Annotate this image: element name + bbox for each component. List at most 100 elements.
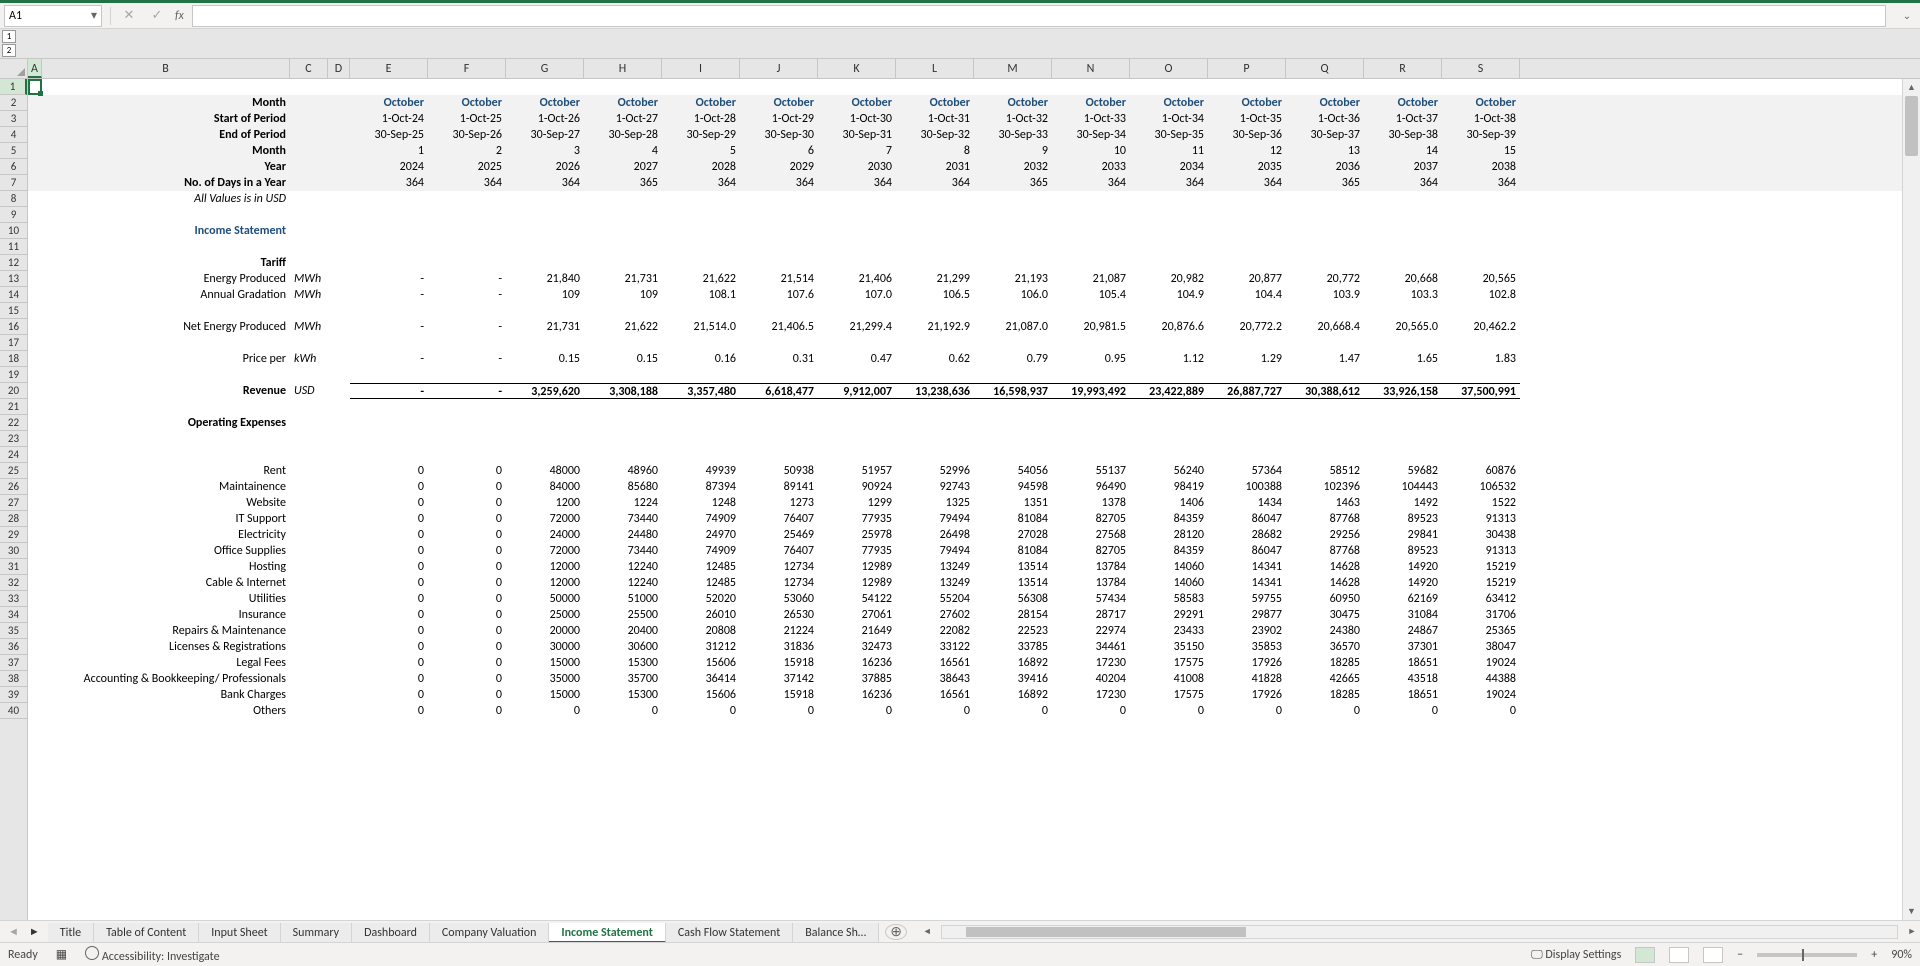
cell-blank[interactable] xyxy=(42,207,290,223)
data-cell[interactable]: 29877 xyxy=(1208,607,1286,623)
data-cell[interactable]: 31836 xyxy=(740,639,818,655)
data-cell[interactable]: 41828 xyxy=(1208,671,1286,687)
data-cell[interactable]: 12240 xyxy=(584,559,662,575)
cell-blank[interactable] xyxy=(584,239,662,255)
cell-blank[interactable] xyxy=(28,319,42,335)
column-header-R[interactable]: R xyxy=(1364,59,1442,78)
cell-blank[interactable] xyxy=(1130,207,1208,223)
cell-blank[interactable] xyxy=(28,367,42,383)
data-cell[interactable]: 24867 xyxy=(1364,623,1442,639)
data-cell[interactable]: - xyxy=(428,383,506,399)
row-unit[interactable] xyxy=(290,143,328,159)
row-unit[interactable] xyxy=(290,607,328,623)
data-cell[interactable]: 28717 xyxy=(1052,607,1130,623)
data-cell[interactable]: 58512 xyxy=(1286,463,1364,479)
sheet-tab[interactable]: Table of Content xyxy=(94,923,199,943)
data-cell[interactable]: 0 xyxy=(428,607,506,623)
data-cell[interactable]: 0 xyxy=(1364,703,1442,719)
data-cell[interactable]: 15219 xyxy=(1442,575,1520,591)
horizontal-scrollbar[interactable] xyxy=(941,925,1898,939)
data-cell[interactable]: 21,087.0 xyxy=(974,319,1052,335)
cell-blank[interactable] xyxy=(28,191,42,207)
row-label[interactable]: Revenue xyxy=(42,383,290,399)
data-cell[interactable]: 59682 xyxy=(1364,463,1442,479)
cell-blank[interactable] xyxy=(328,575,350,591)
data-cell[interactable]: 23902 xyxy=(1208,623,1286,639)
row-unit[interactable] xyxy=(290,527,328,543)
data-cell[interactable]: 364 xyxy=(428,175,506,191)
data-cell[interactable]: 12989 xyxy=(818,559,896,575)
data-cell[interactable]: 1-Oct-37 xyxy=(1364,111,1442,127)
cell-blank[interactable] xyxy=(584,255,662,271)
cell-blank[interactable] xyxy=(896,415,974,431)
cell-blank[interactable] xyxy=(818,239,896,255)
row-label[interactable]: Hosting xyxy=(42,559,290,575)
data-cell[interactable]: 1.12 xyxy=(1130,351,1208,367)
cell-blank[interactable] xyxy=(818,367,896,383)
row-unit[interactable] xyxy=(290,639,328,655)
data-cell[interactable]: 1.29 xyxy=(1208,351,1286,367)
cell-blank[interactable] xyxy=(1130,367,1208,383)
cell-blank[interactable] xyxy=(290,223,328,239)
data-cell[interactable]: 14060 xyxy=(1130,559,1208,575)
cell-blank[interactable] xyxy=(350,367,428,383)
cell-blank[interactable] xyxy=(974,191,1052,207)
data-cell[interactable]: 29291 xyxy=(1130,607,1208,623)
cell-blank[interactable] xyxy=(28,655,42,671)
data-cell[interactable]: 0 xyxy=(350,575,428,591)
data-cell[interactable]: 15 xyxy=(1442,143,1520,159)
data-cell[interactable]: October xyxy=(1130,95,1208,111)
data-cell[interactable]: 13784 xyxy=(1052,575,1130,591)
row-header-5[interactable]: 5 xyxy=(0,143,27,159)
data-cell[interactable]: 0 xyxy=(428,559,506,575)
data-cell[interactable]: 364 xyxy=(818,175,896,191)
cell-blank[interactable] xyxy=(28,143,42,159)
cell-blank[interactable] xyxy=(1286,303,1364,319)
cells-body[interactable]: MonthOctoberOctoberOctoberOctoberOctober… xyxy=(28,79,1902,920)
data-cell[interactable]: 12485 xyxy=(662,575,740,591)
data-cell[interactable]: 100388 xyxy=(1208,479,1286,495)
data-cell[interactable]: October xyxy=(818,95,896,111)
row-header-18[interactable]: 18 xyxy=(0,351,27,367)
data-cell[interactable]: 107.6 xyxy=(740,287,818,303)
cell-blank[interactable] xyxy=(328,207,350,223)
data-cell[interactable]: 30-Sep-33 xyxy=(974,127,1052,143)
cell-blank[interactable] xyxy=(896,255,974,271)
data-cell[interactable]: - xyxy=(428,271,506,287)
data-cell[interactable]: 0.15 xyxy=(506,351,584,367)
cell-blank[interactable] xyxy=(328,303,350,319)
row-label[interactable]: Energy Produced xyxy=(42,271,290,287)
data-cell[interactable]: 6 xyxy=(740,143,818,159)
sheet-tab[interactable]: Title xyxy=(48,923,94,943)
data-cell[interactable]: 25500 xyxy=(584,607,662,623)
data-cell[interactable]: 13249 xyxy=(896,575,974,591)
data-cell[interactable]: 21,299.4 xyxy=(818,319,896,335)
data-cell[interactable]: 2027 xyxy=(584,159,662,175)
data-cell[interactable]: 29256 xyxy=(1286,527,1364,543)
cell-blank[interactable] xyxy=(1286,191,1364,207)
cell-blank[interactable] xyxy=(584,335,662,351)
cell-blank[interactable] xyxy=(28,271,42,287)
data-cell[interactable]: 0 xyxy=(896,703,974,719)
sheet-tab[interactable]: Income Statement xyxy=(549,923,665,943)
sheet-tab[interactable]: Cash Flow Statement xyxy=(666,923,793,943)
cell-blank[interactable] xyxy=(1442,191,1520,207)
row-label[interactable]: IT Support xyxy=(42,511,290,527)
cell-blank[interactable] xyxy=(328,495,350,511)
cell-blank[interactable] xyxy=(1052,367,1130,383)
sheet-tab[interactable]: Input Sheet xyxy=(199,923,280,943)
cell-blank[interactable] xyxy=(1130,303,1208,319)
row-header-32[interactable]: 32 xyxy=(0,575,27,591)
data-cell[interactable]: 23,422,889 xyxy=(1130,383,1208,399)
data-cell[interactable]: 1224 xyxy=(584,495,662,511)
cell-blank[interactable] xyxy=(818,447,896,463)
cell-blank[interactable] xyxy=(1052,335,1130,351)
data-cell[interactable]: 0 xyxy=(350,591,428,607)
cell-blank[interactable] xyxy=(28,447,42,463)
data-cell[interactable]: 14920 xyxy=(1364,575,1442,591)
data-cell[interactable]: 2026 xyxy=(506,159,584,175)
data-cell[interactable]: 1492 xyxy=(1364,495,1442,511)
row-header-28[interactable]: 28 xyxy=(0,511,27,527)
cell-blank[interactable] xyxy=(506,207,584,223)
zoom-in-button[interactable]: + xyxy=(1871,948,1877,962)
